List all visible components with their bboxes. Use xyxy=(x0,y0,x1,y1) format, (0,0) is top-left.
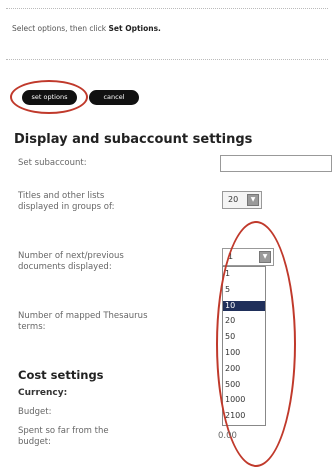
chevron-down-icon[interactable]: ▼ xyxy=(247,194,259,206)
budget-label: Budget: xyxy=(18,407,52,417)
spent-value: 0.00 xyxy=(218,431,237,441)
currency-label: Currency: xyxy=(18,388,68,398)
instructions-bold: Set Options. xyxy=(108,24,161,33)
titles-group-select[interactable]: 20 ▼ xyxy=(222,191,262,209)
nextprev-label-line1: Number of next/previous xyxy=(18,251,124,261)
titles-group-value: 20 xyxy=(228,195,239,204)
nextprev-label: Number of next/previous documents displa… xyxy=(18,251,124,273)
display-settings-title: Display and subaccount settings xyxy=(14,132,253,147)
spent-label-line1: Spent so far from the xyxy=(18,426,109,436)
cancel-button[interactable]: cancel xyxy=(89,90,139,105)
titles-label-line1: Titles and other lists xyxy=(18,191,105,201)
subaccount-input[interactable] xyxy=(220,155,332,172)
instructions-box xyxy=(6,8,328,60)
spent-label: Spent so far from the budget: xyxy=(18,426,109,448)
instructions-text: Select options, then click Set Options. xyxy=(12,24,161,33)
subaccount-label: Set subaccount: xyxy=(18,158,87,168)
instructions-prefix: Select options, then click xyxy=(12,24,109,33)
titles-label: Titles and other lists displayed in grou… xyxy=(18,191,115,213)
nextprev-label-line2: documents displayed: xyxy=(18,262,112,272)
thesaurus-label-line2: terms: xyxy=(18,322,46,332)
thesaurus-label: Number of mapped Thesaurus terms: xyxy=(18,311,148,333)
spent-label-line2: budget: xyxy=(18,437,51,447)
thesaurus-label-line1: Number of mapped Thesaurus xyxy=(18,311,148,321)
annotation-circle-button xyxy=(10,80,88,114)
cost-settings-title: Cost settings xyxy=(18,368,104,382)
titles-label-line2: displayed in groups of: xyxy=(18,202,115,212)
